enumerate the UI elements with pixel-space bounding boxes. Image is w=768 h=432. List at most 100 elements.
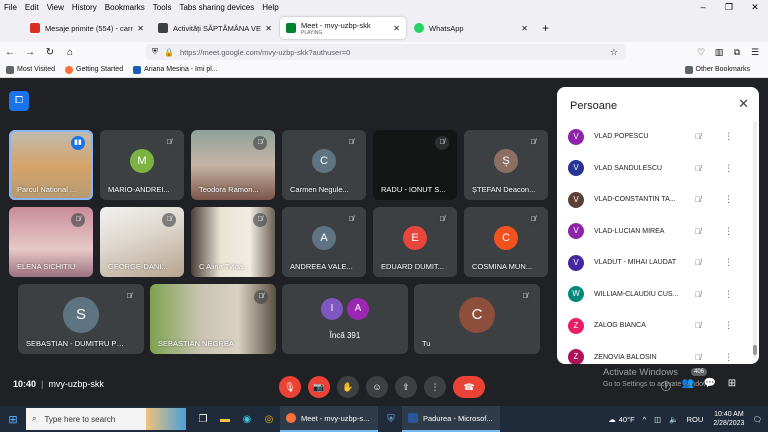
taskbar-search[interactable]: ⌕ Type here to search bbox=[26, 408, 186, 430]
tile-carmen[interactable]: 🎙̸ C Carmen Negule... bbox=[282, 130, 366, 200]
close-icon[interactable]: ✕ bbox=[738, 96, 749, 112]
list-item[interactable]: V VLADUT - MIHAI LAUDAT 🎙̸ ⋮ bbox=[557, 247, 753, 279]
list-item[interactable]: V VLAD-CONSTANTIN TA... 🎙̸ ⋮ bbox=[557, 184, 753, 216]
close-tab-icon[interactable]: ✕ bbox=[265, 24, 272, 33]
more-options-button[interactable]: ⋮ bbox=[424, 376, 446, 398]
list-item[interactable]: V VLAD-LUCIAN MIREA 🎙̸ ⋮ bbox=[557, 216, 753, 248]
more-options-icon[interactable]: ⋮ bbox=[724, 194, 733, 205]
other-bookmarks[interactable]: Other Bookmarks bbox=[684, 65, 750, 74]
bookmark-ariana[interactable]: Ariana Mesina - Imi pl... bbox=[133, 65, 218, 74]
tile-self[interactable]: 🎙̸ C Tu bbox=[414, 284, 540, 354]
tile-teodora[interactable]: 🎙̸ Teodora Ramon... bbox=[191, 130, 275, 200]
mic-off-icon[interactable]: 🎙̸ bbox=[695, 290, 701, 299]
edge-icon[interactable]: ◉ bbox=[236, 414, 258, 425]
more-options-icon[interactable]: ⋮ bbox=[724, 163, 733, 174]
tile-eduard[interactable]: 🎙̸ E EDUARD DUMIT... bbox=[373, 207, 457, 277]
more-options-icon[interactable]: ⋮ bbox=[724, 320, 733, 331]
url-text[interactable]: https://meet.google.com/mvy-uzbp-skk?aut… bbox=[180, 48, 350, 57]
reactions-button[interactable]: ☺ bbox=[366, 376, 388, 398]
tab-gmail[interactable]: Mesaje primite (554) - carmen... ✕ bbox=[24, 17, 150, 39]
back-button[interactable]: ← bbox=[0, 47, 20, 58]
tile-more-participants[interactable]: I A Încă 391 bbox=[282, 284, 408, 354]
menu-hamburger-icon[interactable]: ☰ bbox=[746, 47, 764, 58]
close-tab-icon[interactable]: ✕ bbox=[137, 24, 144, 33]
lock-icon[interactable]: 🔒 bbox=[164, 48, 174, 57]
tile-parcul[interactable]: ▮▮ Parcul National ... bbox=[9, 130, 93, 200]
scrollbar-thumb[interactable] bbox=[753, 345, 757, 355]
meeting-details-icon[interactable]: ⧠ bbox=[9, 91, 29, 111]
menu-view[interactable]: View bbox=[43, 3, 68, 12]
menu-history[interactable]: History bbox=[68, 3, 101, 12]
security-icon[interactable]: ⛨ bbox=[380, 414, 402, 425]
list-item[interactable]: W WILLIAM-CLAUDIU CUS... 🎙̸ ⋮ bbox=[557, 279, 753, 311]
url-bar[interactable]: ⛨ 🔒 https://meet.google.com/mvy-uzbp-skk… bbox=[146, 44, 626, 60]
list-item[interactable]: V VLAD POPESCU 🎙̸ ⋮ bbox=[557, 121, 753, 153]
language-indicator[interactable]: ROU bbox=[687, 415, 704, 424]
raise-hand-button[interactable]: ✋ bbox=[337, 376, 359, 398]
menu-help[interactable]: Help bbox=[258, 3, 282, 12]
people-icon[interactable]: 👥 bbox=[677, 378, 699, 393]
bookmark-getting-started[interactable]: Getting Started bbox=[65, 65, 123, 74]
extensions-icon[interactable]: ⧉ bbox=[728, 47, 746, 58]
tile-radu[interactable]: 🎙̸ RADU - IONUT S... bbox=[373, 130, 457, 200]
mic-off-icon[interactable]: 🎙̸ bbox=[695, 353, 701, 362]
close-window-button[interactable]: ✕ bbox=[742, 0, 768, 14]
close-tab-icon[interactable]: ✕ bbox=[521, 24, 528, 33]
windows-start-icon[interactable]: ⊞ bbox=[0, 413, 26, 426]
minimize-button[interactable]: – bbox=[690, 0, 716, 14]
camera-toggle-button[interactable]: 📷 bbox=[308, 376, 330, 398]
close-tab-icon[interactable]: ✕ bbox=[393, 24, 400, 33]
task-view-icon[interactable]: ❐ bbox=[192, 414, 214, 425]
mic-off-icon[interactable]: 🎙̸ bbox=[695, 321, 701, 330]
tile-sebastian-negrea[interactable]: 🎙̸ SEBASTIAN NEGREA bbox=[150, 284, 276, 354]
notifications-icon[interactable]: 🗨 bbox=[752, 415, 762, 424]
tile-mario[interactable]: 🎙̸ M MARIO-ANDREI... bbox=[100, 130, 184, 200]
bookmark-star-icon[interactable]: ☆ bbox=[610, 47, 618, 58]
shield-icon[interactable]: ⛨ bbox=[152, 47, 158, 57]
more-options-icon[interactable]: ⋮ bbox=[724, 131, 733, 142]
mic-toggle-button[interactable]: 🎙 bbox=[279, 376, 301, 398]
scrollbar[interactable] bbox=[753, 121, 757, 358]
maximize-button[interactable]: ❐ bbox=[716, 0, 742, 14]
list-item[interactable]: Z ZALOG BIANCA 🎙̸ ⋮ bbox=[557, 310, 753, 342]
activities-icon[interactable]: ⊞ bbox=[721, 378, 743, 393]
tab-meet[interactable]: Meet - mvy-uzbp-skk PLAYING ✕ bbox=[280, 17, 406, 39]
tile-andreea[interactable]: 🎙̸ A ANDREEA VALE... bbox=[282, 207, 366, 277]
more-options-icon[interactable]: ⋮ bbox=[724, 289, 733, 300]
more-options-icon[interactable]: ⋮ bbox=[724, 226, 733, 237]
clock[interactable]: 10:40 AM 2/28/2023 bbox=[713, 410, 744, 428]
mic-off-icon[interactable]: 🎙̸ bbox=[695, 227, 701, 236]
menu-edit[interactable]: Edit bbox=[21, 3, 43, 12]
tray-overflow-icon[interactable]: ^ bbox=[643, 415, 647, 424]
tile-cosmina[interactable]: 🎙̸ C COSMINA MUN... bbox=[464, 207, 548, 277]
present-button[interactable]: ⇪ bbox=[395, 376, 417, 398]
bookmark-most-visited[interactable]: Most Visited bbox=[6, 65, 55, 74]
taskbar-app-meet[interactable]: Meet - mvy-uzbp-s... bbox=[280, 406, 378, 432]
tile-george[interactable]: 🎙̸ GEORGE-DANI... bbox=[100, 207, 184, 277]
menu-bookmarks[interactable]: Bookmarks bbox=[101, 3, 149, 12]
menu-file[interactable]: File bbox=[0, 3, 21, 12]
tile-elena[interactable]: 🎙̸ ELENA SICHITIU bbox=[9, 207, 93, 277]
library-icon[interactable]: ▥ bbox=[710, 47, 728, 58]
menu-tabs-sharing[interactable]: Tabs sharing devices bbox=[175, 3, 258, 12]
home-button[interactable]: ⌂ bbox=[60, 47, 80, 58]
chrome-icon[interactable]: ◎ bbox=[258, 414, 280, 425]
info-icon[interactable]: ⓘ bbox=[655, 378, 677, 393]
reload-button[interactable]: ↻ bbox=[40, 47, 60, 58]
tile-alina[interactable]: 🎙̸ C Alina Tvloa... bbox=[191, 207, 275, 277]
new-tab-button[interactable]: + bbox=[542, 21, 549, 35]
weather-icon[interactable]: ☁ bbox=[608, 415, 616, 424]
volume-icon[interactable]: 🔈 bbox=[669, 415, 678, 424]
mic-off-icon[interactable]: 🎙̸ bbox=[695, 132, 701, 141]
list-item[interactable]: V VLAD SANDULESCU 🎙̸ ⋮ bbox=[557, 153, 753, 185]
taskbar-app-word[interactable]: Padurea - Microsof... bbox=[402, 406, 500, 432]
menu-tools[interactable]: Tools bbox=[149, 3, 176, 12]
weather-temp[interactable]: 40°F bbox=[619, 415, 635, 424]
tab-whatsapp[interactable]: WhatsApp ✕ bbox=[408, 17, 534, 39]
more-options-icon[interactable]: ⋮ bbox=[724, 257, 733, 268]
tile-sebastian-dumitru[interactable]: 🎙̸ S SEBASTIAN - DUMITRU PE... bbox=[18, 284, 144, 354]
file-explorer-icon[interactable]: ▬ bbox=[214, 414, 236, 425]
network-icon[interactable]: ◫ bbox=[654, 415, 661, 424]
leave-call-button[interactable]: ☎ bbox=[453, 376, 485, 398]
pocket-icon[interactable]: ♡ bbox=[692, 47, 710, 58]
